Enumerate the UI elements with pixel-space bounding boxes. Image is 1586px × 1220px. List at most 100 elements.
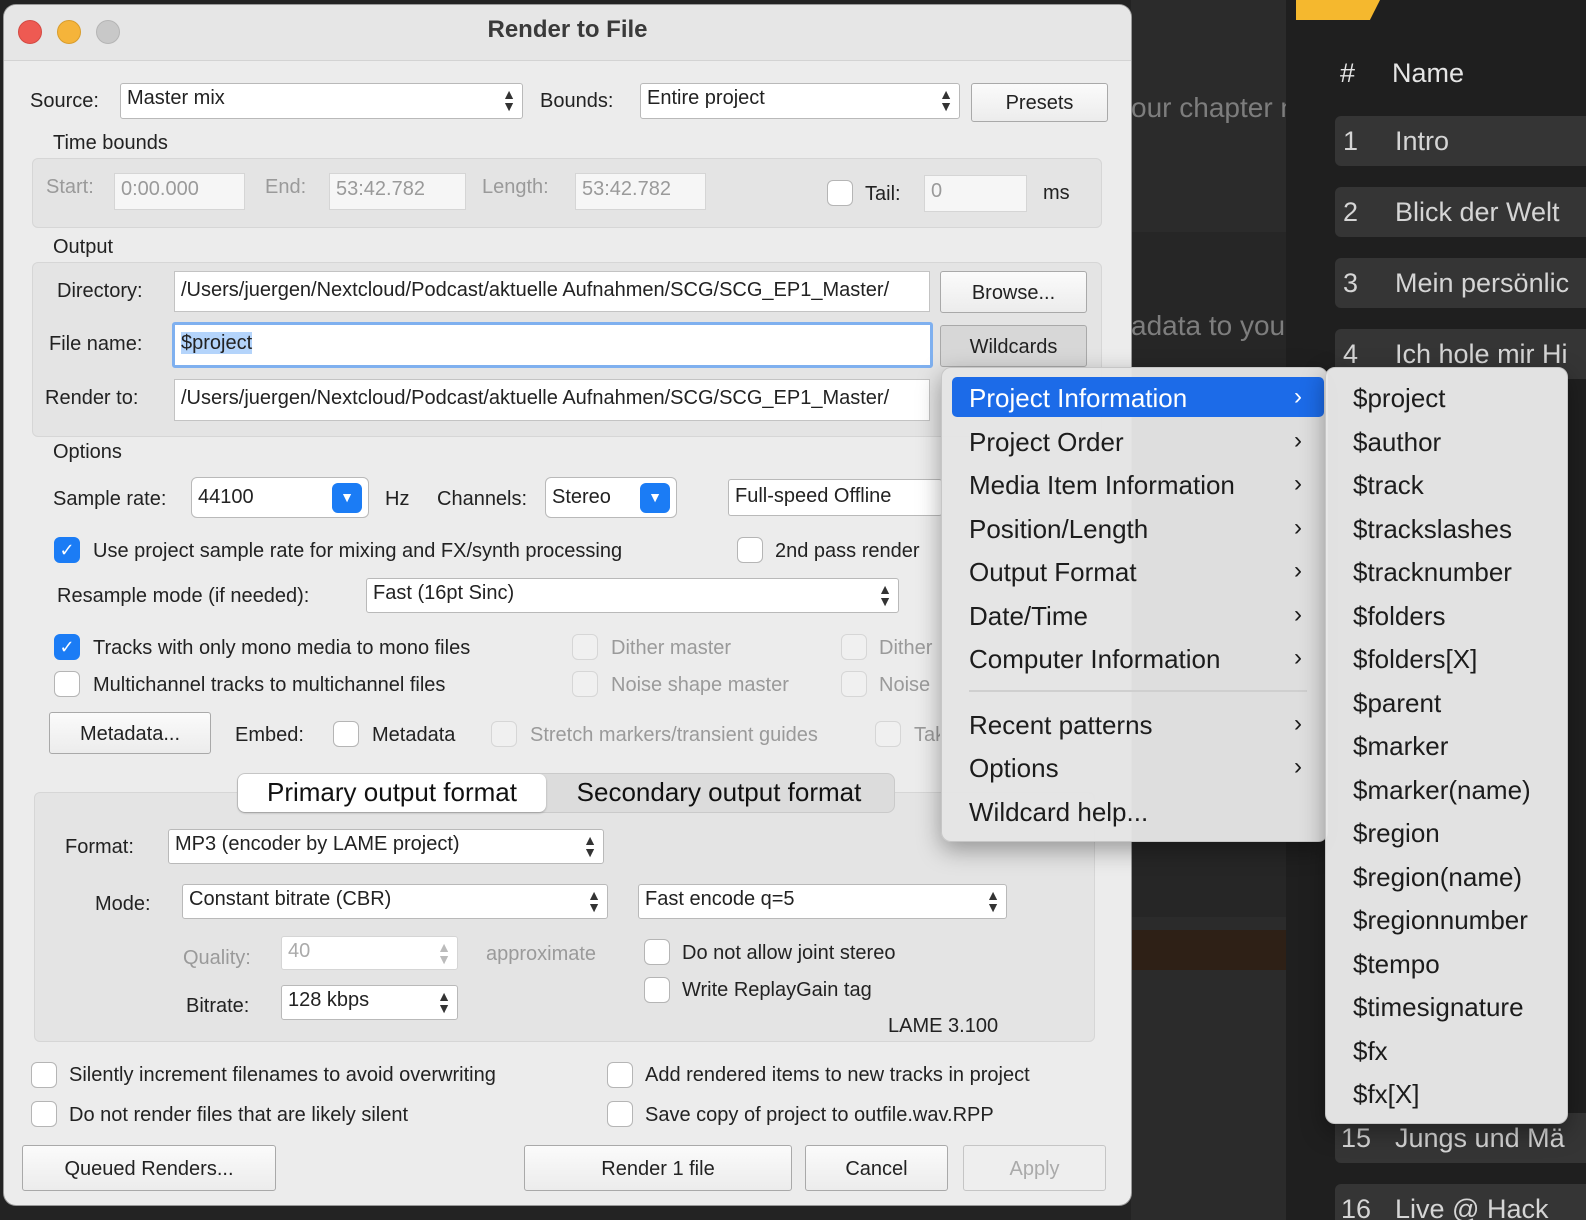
chapter-row[interactable]: 2 Blick der Welt: [1335, 187, 1586, 237]
directory-field[interactable]: /Users/juergen/Nextcloud/Podcast/aktuell…: [174, 271, 930, 312]
channels-select[interactable]: Stereo ▼: [545, 477, 677, 518]
submenu-item[interactable]: $region(name): [1353, 862, 1522, 893]
silently-increment-checkbox[interactable]: [31, 1062, 57, 1088]
menu-item-options[interactable]: Options ›: [952, 747, 1324, 787]
add-rendered-checkbox[interactable]: [607, 1062, 633, 1088]
format-select[interactable]: MP3 (encoder by LAME project) ▲ ▼: [168, 829, 604, 864]
filename-field[interactable]: $project: [172, 322, 933, 368]
metadata-button[interactable]: Metadata...: [49, 712, 211, 754]
menu-item-project-order[interactable]: Project Order ›: [952, 421, 1324, 461]
updown-arrows-icon: ▲ ▼: [437, 939, 451, 967]
updown-arrows-icon: ▲ ▼: [502, 86, 516, 114]
no-joint-stereo-label: Do not allow joint stereo: [682, 942, 896, 964]
menu-item-position-length[interactable]: Position/Length ›: [952, 508, 1324, 548]
embed-take-checkbox[interactable]: [875, 721, 901, 747]
submenu-item[interactable]: $author: [1353, 427, 1441, 458]
replaygain-checkbox[interactable]: [644, 977, 670, 1003]
noise-shape-master-checkbox[interactable]: [572, 671, 598, 697]
sample-rate-select[interactable]: 44100 ▼: [191, 477, 369, 518]
chevron-right-icon: ›: [1294, 644, 1302, 671]
menu-item-date-time[interactable]: Date/Time ›: [952, 595, 1324, 635]
source-select[interactable]: Master mix ▲ ▼: [120, 83, 523, 119]
end-field[interactable]: 53:42.782: [329, 173, 466, 210]
column-header-number: #: [1340, 58, 1356, 88]
encode-quality-select[interactable]: Fast encode q=5 ▲ ▼: [638, 884, 1007, 919]
submenu-item[interactable]: $folders[X]: [1353, 644, 1477, 675]
submenu-item[interactable]: $region: [1353, 818, 1440, 849]
background-panel-strip: [1131, 930, 1286, 970]
submenu-item[interactable]: $trackslashes: [1353, 514, 1512, 545]
embed-stretch-checkbox[interactable]: [491, 721, 517, 747]
render-button[interactable]: Render 1 file: [524, 1145, 792, 1191]
submenu-item[interactable]: $timesignature: [1353, 992, 1524, 1023]
embed-label: Embed:: [235, 724, 304, 746]
menu-item-recent-patterns[interactable]: Recent patterns ›: [952, 704, 1324, 744]
dither-stems-checkbox[interactable]: [841, 634, 867, 660]
tab-primary-output[interactable]: Primary output format: [238, 777, 546, 808]
submenu-item[interactable]: $tempo: [1353, 949, 1440, 980]
use-project-rate-checkbox[interactable]: ✓: [54, 537, 80, 563]
apply-button[interactable]: Apply: [963, 1145, 1106, 1191]
start-field[interactable]: 0:00.000: [114, 173, 245, 210]
dialog-title: Render to File: [487, 16, 648, 43]
column-header-name: Name: [1392, 58, 1465, 88]
chapter-row[interactable]: 16 Live @ Hack: [1335, 1184, 1586, 1220]
submenu-item[interactable]: $regionnumber: [1353, 905, 1528, 936]
render-speed-select[interactable]: Full-speed Offline: [728, 479, 942, 516]
multichannel-checkbox[interactable]: [54, 671, 80, 697]
submenu-item[interactable]: $tracknumber: [1353, 557, 1512, 588]
menu-item-output-format[interactable]: Output Format ›: [952, 551, 1324, 591]
resample-label: Resample mode (if needed):: [57, 585, 310, 607]
noise-shape-stems-checkbox[interactable]: [841, 671, 867, 697]
wildcards-button[interactable]: Wildcards: [940, 325, 1087, 367]
sample-rate-label: Sample rate:: [53, 488, 167, 510]
submenu-item[interactable]: $folders: [1353, 601, 1446, 632]
save-copy-checkbox[interactable]: [607, 1101, 633, 1127]
embed-metadata-checkbox[interactable]: [333, 721, 359, 747]
menu-item-project-information[interactable]: Project Information ›: [952, 377, 1324, 417]
presets-button[interactable]: Presets: [971, 83, 1108, 122]
source-label: Source:: [30, 90, 99, 112]
chapter-row[interactable]: 1 Intro: [1335, 116, 1586, 166]
mono-tracks-label: Tracks with only mono media to mono file…: [93, 637, 471, 659]
submenu-item[interactable]: $marker: [1353, 731, 1448, 762]
length-field[interactable]: 53:42.782: [575, 173, 706, 210]
chevron-down-icon: ▼: [640, 483, 670, 513]
tab-secondary-output[interactable]: Secondary output format: [548, 777, 890, 808]
dither-master-checkbox[interactable]: [572, 634, 598, 660]
menu-item-wildcard-help[interactable]: Wildcard help...: [952, 791, 1324, 831]
render-to-field[interactable]: /Users/juergen/Nextcloud/Podcast/aktuell…: [174, 379, 930, 421]
tail-field[interactable]: 0: [924, 175, 1027, 212]
bounds-label: Bounds:: [540, 90, 614, 112]
bounds-select[interactable]: Entire project ▲ ▼: [640, 83, 960, 119]
mono-tracks-checkbox[interactable]: ✓: [54, 634, 80, 660]
resample-select[interactable]: Fast (16pt Sinc) ▲ ▼: [366, 578, 899, 613]
menu-item-media-item-information[interactable]: Media Item Information ›: [952, 464, 1324, 504]
no-joint-stereo-checkbox[interactable]: [644, 939, 670, 965]
updown-arrows-icon: ▲ ▼: [878, 581, 892, 609]
submenu-item[interactable]: $track: [1353, 470, 1424, 501]
submenu-item[interactable]: $fx: [1353, 1036, 1388, 1067]
updown-arrows-icon: ▲ ▼: [986, 887, 1000, 915]
resample-value: Fast (16pt Sinc): [373, 582, 515, 604]
bitrate-select[interactable]: 128 kbps ▲ ▼: [281, 985, 458, 1020]
lame-version: LAME 3.100: [888, 1015, 999, 1037]
menu-item-computer-information[interactable]: Computer Information ›: [952, 638, 1324, 678]
bitrate-label: Bitrate:: [186, 995, 250, 1017]
updown-arrows-icon: ▲ ▼: [939, 86, 953, 114]
submenu-item[interactable]: $marker(name): [1353, 775, 1531, 806]
mode-select[interactable]: Constant bitrate (CBR) ▲ ▼: [182, 884, 608, 919]
submenu-item[interactable]: $project: [1353, 383, 1446, 414]
bounds-value: Entire project: [647, 87, 765, 109]
submenu-item[interactable]: $fx[X]: [1353, 1079, 1419, 1110]
queued-renders-button[interactable]: Queued Renders...: [22, 1145, 276, 1191]
submenu-item[interactable]: $parent: [1353, 688, 1441, 719]
start-label: Start:: [46, 176, 94, 198]
no-silent-checkbox[interactable]: [31, 1101, 57, 1127]
second-pass-checkbox[interactable]: [737, 537, 763, 563]
browse-button[interactable]: Browse...: [940, 271, 1087, 313]
quality-select[interactable]: 40 ▲ ▼: [281, 936, 458, 970]
cancel-button[interactable]: Cancel: [805, 1145, 948, 1191]
chapter-row[interactable]: 3 Mein persönlic: [1335, 258, 1586, 308]
tail-checkbox[interactable]: [827, 180, 853, 206]
